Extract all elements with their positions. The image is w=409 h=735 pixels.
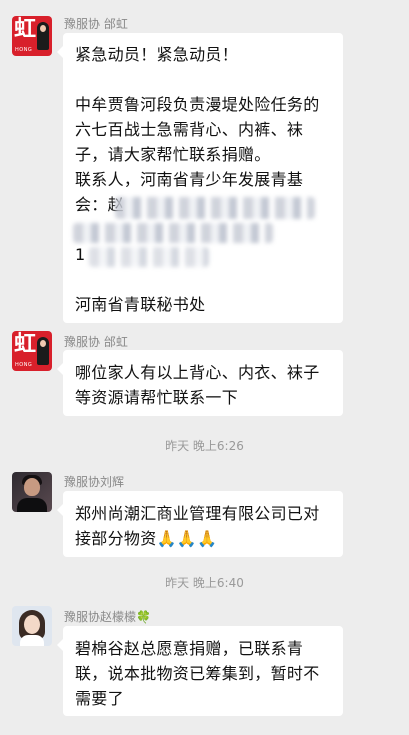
sender-name: 豫服协 邰虹 — [64, 335, 128, 349]
message-line: 子，请大家帮忙联系捐赠。 — [75, 145, 271, 164]
sender-name-text: 豫服协赵檬檬 — [64, 610, 137, 624]
message-line: 六七百战士急需背心、内裤、袜 — [75, 120, 304, 139]
message-line: 接部分物资🙏🙏🙏 — [75, 529, 218, 548]
timestamp: 昨天 晚上6:40 — [165, 576, 244, 590]
avatar-body — [20, 635, 44, 646]
message-bubble[interactable]: 碧棉谷赵总愿意捐赠，已联系青 联，说本批物资已筹集到，暂时不 需要了 — [57, 626, 343, 716]
sender-name: 豫服协 邰虹 — [64, 17, 128, 31]
sender-name: 豫服协刘辉 — [64, 475, 125, 489]
redacted-contact-info — [89, 247, 209, 267]
avatar-subtext: HONG — [15, 47, 33, 53]
clover-icon: 🍀 — [136, 610, 151, 624]
redacted-contact-info — [115, 197, 315, 219]
sender-name: 豫服协赵檬檬🍀 — [64, 608, 151, 625]
message-line: 哪位家人有以上背心、内衣、袜子 — [75, 363, 320, 382]
message-bubble[interactable]: 哪位家人有以上背心、内衣、袜子 等资源请帮忙联系一下 — [57, 350, 343, 416]
avatar-glyph: 虹 — [14, 332, 37, 357]
avatar-face — [40, 340, 46, 347]
avatar[interactable]: 虹 HONG — [12, 16, 52, 56]
avatar-body — [17, 498, 47, 512]
avatar-face — [24, 615, 40, 634]
redacted-contact-info — [73, 223, 273, 243]
message-line: 碧棉谷赵总愿意捐赠，已联系青 — [75, 639, 304, 658]
message-line: 河南省青联秘书处 — [75, 295, 206, 314]
message-line: 紧急动员！紧急动员！ — [75, 45, 239, 64]
message-line: 中牟贾鲁河段负责漫堤处险任务的 — [75, 95, 320, 114]
message-line: 联，说本批物资已筹集到，暂时不 — [75, 664, 320, 683]
avatar-glyph: 虹 — [14, 17, 37, 42]
message-bubble[interactable]: 紧急动员！紧急动员！ 中牟贾鲁河段负责漫堤处险任务的 六七百战士急需背心、内裤、… — [57, 33, 343, 323]
message-line: 联系人，河南省青少年发展青基 — [75, 170, 304, 189]
message-line: 郑州尚潮汇商业管理有限公司已对 — [75, 504, 320, 523]
message-bubble[interactable]: 郑州尚潮汇商业管理有限公司已对 接部分物资🙏🙏🙏 — [57, 491, 343, 557]
message-line: 需要了 — [75, 689, 124, 708]
avatar[interactable]: 虹 HONG — [12, 331, 52, 371]
avatar[interactable] — [12, 606, 52, 646]
avatar-face — [40, 25, 46, 32]
avatar[interactable] — [12, 472, 52, 512]
avatar-face — [24, 478, 40, 496]
message-line: 等资源请帮忙联系一下 — [75, 388, 239, 407]
avatar-subtext: HONG — [15, 362, 33, 368]
timestamp: 昨天 晚上6:26 — [165, 439, 244, 453]
